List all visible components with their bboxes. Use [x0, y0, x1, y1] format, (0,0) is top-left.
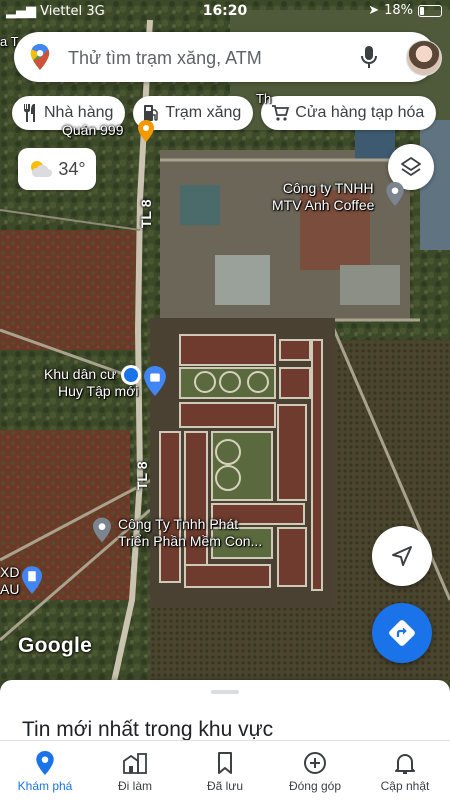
- place-name: Triển Phần Mềm Con...: [118, 533, 263, 549]
- map-label-quan-999[interactable]: Quán 999: [62, 122, 124, 139]
- nav-contribute[interactable]: Đóng góp: [270, 741, 360, 801]
- chip-grocery[interactable]: Cửa hàng tạp hóa: [261, 96, 437, 130]
- battery-percent: 18%: [384, 3, 413, 18]
- nav-label: Đi làm: [117, 779, 152, 793]
- battery-icon: [418, 4, 442, 17]
- bottom-navigation: Khám phá Đi làm Đã lưu Đóng góp Cập nhật: [0, 740, 450, 801]
- weather-badge[interactable]: 34°: [18, 148, 96, 190]
- place-name: Quán 999: [62, 122, 124, 138]
- map-label-partial: Th: [256, 91, 272, 106]
- map-label-xd[interactable]: XD AU: [0, 564, 19, 598]
- map-label-software-company[interactable]: Công Ty Tnhh Phát Triển Phần Mềm Con...: [118, 516, 262, 550]
- chip-label: Trạm xăng: [165, 104, 242, 121]
- sheet-title: Tin mới nhất trong khu vực: [22, 718, 274, 741]
- nav-label: Đã lưu: [206, 779, 244, 793]
- place-name: Công Ty Tnhh Phát: [118, 516, 239, 532]
- chip-label: Cửa hàng tạp hóa: [295, 104, 425, 121]
- location-arrow-icon: ➤: [368, 3, 380, 18]
- place-pin-icon[interactable]: [93, 517, 111, 543]
- microphone-icon[interactable]: [360, 45, 378, 69]
- road-label-tl8: TL 8: [134, 461, 150, 490]
- bookmark-icon: [218, 752, 232, 774]
- chip-label: Nhà hàng: [44, 104, 114, 121]
- user-avatar[interactable]: [406, 40, 442, 76]
- nav-label: Cập nhật: [380, 779, 430, 793]
- partly-cloudy-icon: [31, 161, 53, 177]
- place-name: AU: [0, 581, 20, 597]
- status-bar: ▂▄▆ Viettel 3G 16:20 ➤ 18%: [0, 0, 450, 24]
- navigation-arrow-icon: [392, 546, 412, 566]
- layers-icon: [401, 157, 421, 176]
- nav-label: Đóng góp: [288, 779, 342, 793]
- commute-icon: [123, 753, 147, 774]
- place-name: XD: [0, 564, 20, 580]
- map-label-partial: a T: [0, 34, 19, 49]
- shopping-pin-icon[interactable]: [144, 366, 166, 396]
- sheet-drag-handle[interactable]: [211, 690, 239, 694]
- add-circle-icon: [304, 752, 326, 774]
- directions-button[interactable]: [372, 603, 432, 663]
- directions-icon: [389, 620, 415, 646]
- place-name: MTV Anh Coffee: [272, 197, 375, 213]
- restaurant-icon: [24, 104, 35, 122]
- road-label-tl8: TL 8: [138, 199, 154, 228]
- nav-saved[interactable]: Đã lưu: [180, 741, 270, 801]
- cart-icon: [272, 105, 290, 121]
- map-label-anh-coffee[interactable]: Công ty TNHH MTV Anh Coffee: [272, 180, 374, 214]
- explore-pin-icon: [36, 751, 54, 775]
- status-right: ➤ 18%: [368, 3, 442, 18]
- google-maps-pin-icon: [30, 44, 50, 70]
- bell-icon: [395, 754, 415, 774]
- nav-label: Khám phá: [17, 779, 73, 793]
- google-logo: Google: [18, 634, 93, 657]
- weather-temp: 34°: [58, 158, 86, 179]
- nav-updates[interactable]: Cập nhật: [360, 741, 450, 801]
- search-bar[interactable]: [14, 32, 442, 82]
- place-name: Công ty TNHH: [282, 180, 374, 196]
- place-pin-icon[interactable]: [386, 182, 404, 206]
- food-pin-icon[interactable]: [138, 120, 154, 142]
- gas-station-pin-icon[interactable]: [22, 566, 42, 594]
- search-input[interactable]: [66, 42, 340, 74]
- nav-explore[interactable]: Khám phá: [0, 741, 90, 801]
- nav-commute[interactable]: Đi làm: [90, 741, 180, 801]
- my-location-button[interactable]: [372, 526, 432, 586]
- current-location-dot[interactable]: [120, 364, 142, 386]
